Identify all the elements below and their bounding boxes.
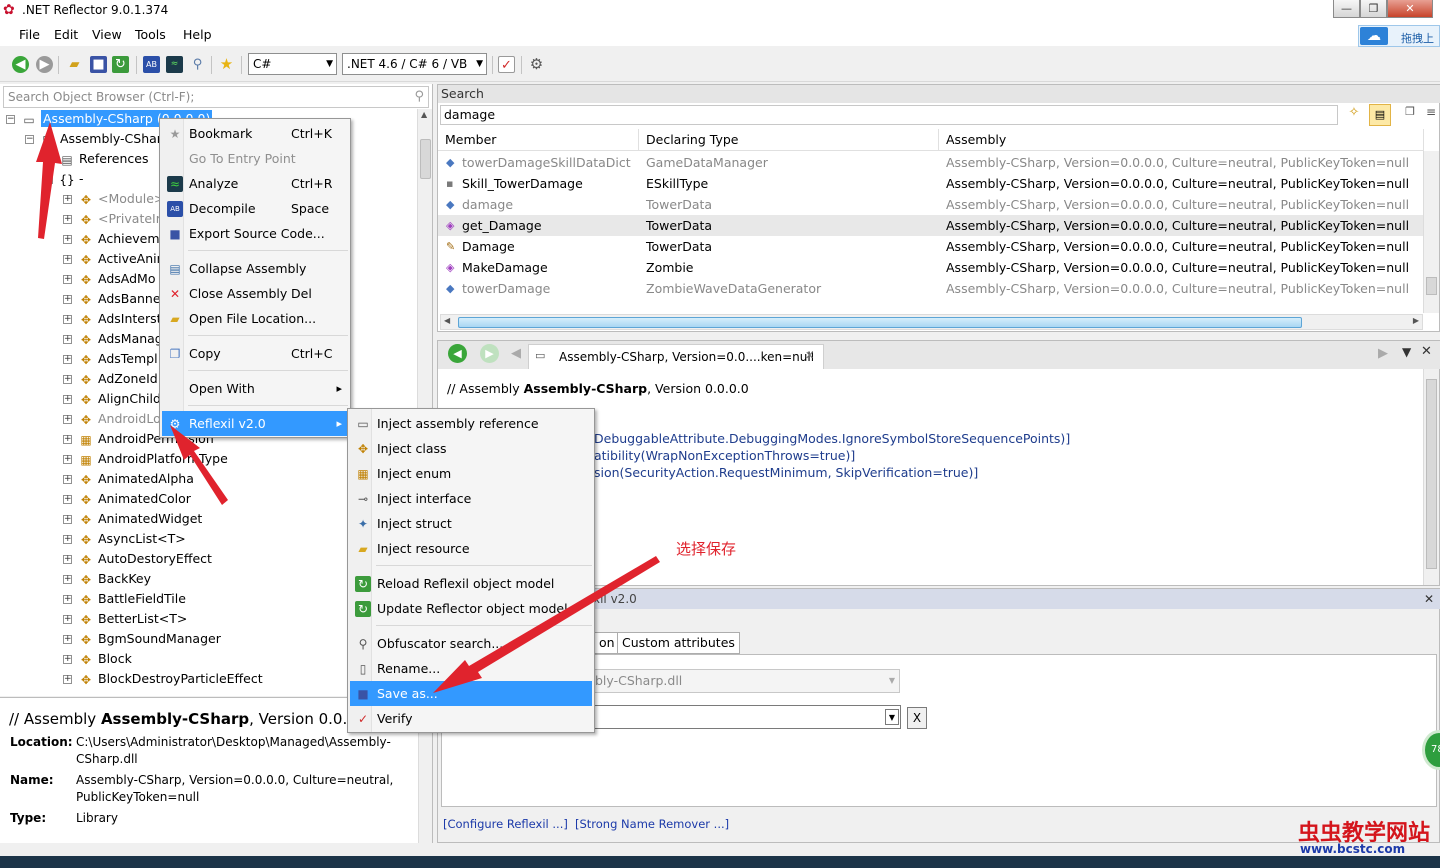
watermark-logo: 虫虫教学网站 www.bcstc.com — [1276, 815, 1436, 859]
annotation-text: 选择保存 — [676, 540, 737, 558]
arrow-to-save-as — [433, 556, 660, 693]
arrow-to-reflexil — [170, 425, 228, 505]
arrow-to-assembly — [36, 122, 62, 239]
annotation-arrows — [36, 122, 660, 693]
watermark-subtext: www.bcstc.com — [1300, 842, 1406, 856]
taskbar — [0, 856, 1440, 868]
